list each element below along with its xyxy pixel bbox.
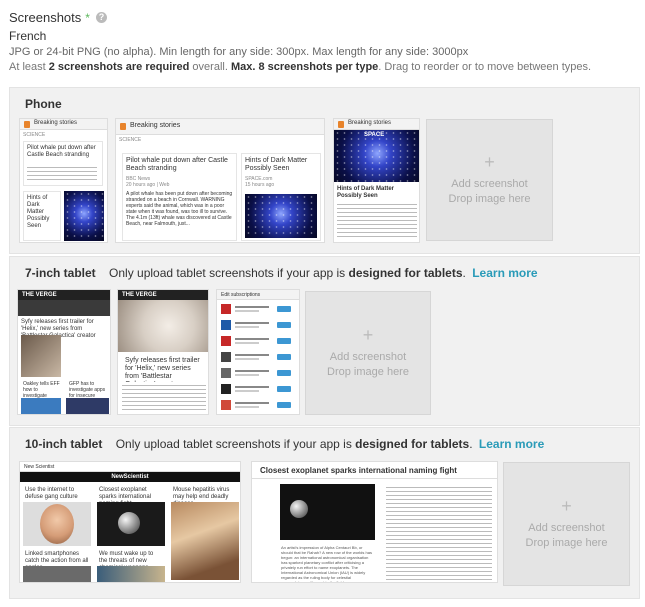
- tablet7-screenshot-2[interactable]: THE VERGE Syfy releases first trailer fo…: [117, 289, 209, 415]
- screenshot-requirements: At least 2 screenshots are required over…: [9, 61, 592, 73]
- plus-icon: +: [362, 325, 374, 345]
- tablet7-screenshot-3[interactable]: Edit subscriptions: [216, 289, 300, 415]
- phone-screenshot-3[interactable]: Breaking stories SPACE Hints of Dark Mat…: [333, 118, 420, 243]
- tablet10-screenshot-1[interactable]: New Scientist NewScientist Use the inter…: [19, 461, 241, 583]
- plus-icon: +: [484, 152, 495, 172]
- screenshots-header: Screenshots * ? French JPG or 24-bit PNG…: [9, 10, 639, 73]
- phone-screenshot-2[interactable]: Breaking stories SCIENCE Pilot whale put…: [115, 118, 325, 243]
- phone-label: Phone: [25, 97, 62, 111]
- language-label: French: [9, 29, 47, 43]
- tablet7-section: 7-inch tablet Only upload tablet screens…: [9, 256, 640, 426]
- tablet10-description: Only upload tablet screenshots if your a…: [115, 437, 473, 451]
- planet-image: [118, 512, 140, 534]
- phone-add-screenshot-dropzone[interactable]: + Add screenshot Drop image here: [426, 119, 553, 241]
- tablet10-screenshot-2[interactable]: Closest exoplanet sparks international n…: [251, 461, 498, 583]
- question-icon[interactable]: ?: [95, 12, 107, 23]
- phone-screenshot-1[interactable]: Breaking stories SCIENCE Pilot whale put…: [19, 118, 108, 243]
- format-spec: JPG or 24-bit PNG (no alpha). Min length…: [9, 46, 469, 58]
- tablet10-section: 10-inch tablet Only upload tablet screen…: [9, 427, 640, 599]
- tablet7-label: 7-inch tablet: [25, 266, 96, 280]
- tablet7-add-screenshot-dropzone[interactable]: + Add screenshot Drop image here: [305, 291, 431, 415]
- tablet7-learn-more-link[interactable]: Learn more: [472, 266, 537, 280]
- exoplanet-image: [290, 500, 308, 518]
- tablet7-screenshot-1[interactable]: THE VERGE Syfy releases first trailer fo…: [17, 289, 111, 415]
- tablet7-description: Only upload tablet screenshots if your a…: [109, 266, 466, 280]
- phone-section: Phone Breaking stories SCIENCE Pilot wha…: [9, 87, 640, 254]
- tablet10-label: 10-inch tablet: [25, 437, 103, 451]
- required-mark: *: [85, 10, 90, 25]
- screenshots-title: Screenshots: [9, 10, 82, 25]
- plus-icon: +: [561, 496, 572, 516]
- portrait-image: [40, 504, 74, 544]
- tablet10-add-screenshot-dropzone[interactable]: + Add screenshot Drop image here: [503, 462, 630, 586]
- tablet10-learn-more-link[interactable]: Learn more: [479, 437, 544, 451]
